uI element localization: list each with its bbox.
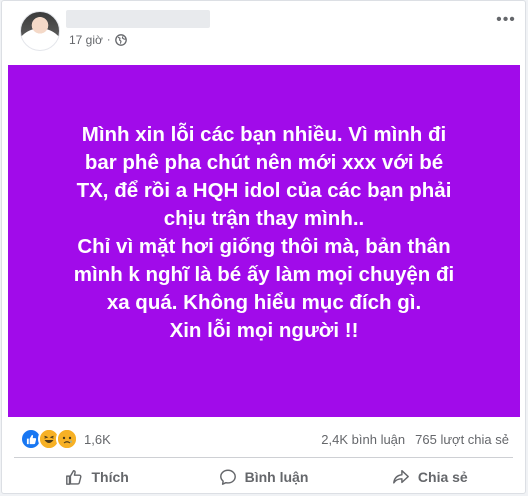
more-options-icon[interactable]: ••• xyxy=(495,9,517,31)
comment-icon xyxy=(219,469,236,485)
post-meta: 17 giờ · xyxy=(69,33,127,47)
comment-label: Bình luận xyxy=(244,469,309,485)
globe-icon[interactable] xyxy=(114,34,127,46)
post-text: Mình xin lỗi các bạn nhiều. Vì mình đi b… xyxy=(73,123,455,342)
post-background: Mình xin lỗi các bạn nhiều. Vì mình đi b… xyxy=(8,65,520,417)
share-button[interactable]: Chia sẻ xyxy=(347,460,513,494)
like-button[interactable]: Thích xyxy=(14,460,180,494)
post-stats: 1,6K 2,4K bình luận 765 lượt chia sẻ xyxy=(2,425,525,453)
share-count[interactable]: 765 lượt chia sẻ xyxy=(415,432,509,447)
post-time[interactable]: 17 giờ xyxy=(69,33,103,47)
post-card: 17 giờ · ••• Mình xin lỗi các bạn nhiều.… xyxy=(1,0,526,494)
avatar[interactable] xyxy=(20,11,60,51)
divider xyxy=(14,457,513,458)
reactions-summary[interactable]: 1,6K xyxy=(20,428,111,450)
reaction-count[interactable]: 1,6K xyxy=(84,432,111,447)
share-icon xyxy=(392,469,409,484)
comment-count[interactable]: 2,4K bình luận xyxy=(321,432,405,447)
comment-button[interactable]: Bình luận xyxy=(180,460,346,494)
engagement-counts: 2,4K bình luận 765 lượt chia sẻ xyxy=(321,432,509,447)
thumbs-up-icon xyxy=(66,469,83,485)
like-label: Thích xyxy=(91,469,129,485)
author-name-redacted[interactable] xyxy=(66,10,210,28)
action-bar: Thích Bình luận Chia sẻ xyxy=(14,460,513,494)
separator-dot: · xyxy=(106,34,111,46)
share-label: Chia sẻ xyxy=(417,469,468,485)
sad-icon xyxy=(56,428,78,450)
